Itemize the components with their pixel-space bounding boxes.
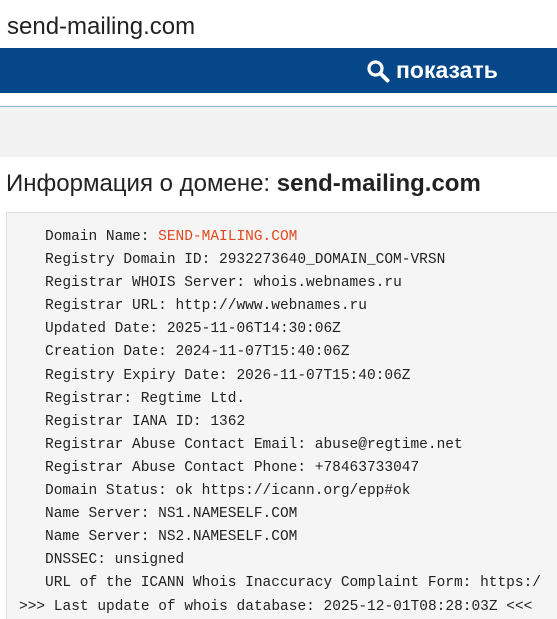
whois-key: Registrar Abuse Contact Phone: <box>45 459 307 476</box>
whois-domain-link[interactable]: SEND-MAILING.COM <box>158 229 297 245</box>
whois-record: Domain Name: SEND-MAILING.COM Registry Do… <box>6 212 557 619</box>
whois-line: Registry Expiry Date: 2026-11-07T15:40:0… <box>45 365 541 388</box>
whois-line: Registrar Abuse Contact Phone: +78463733… <box>45 457 541 480</box>
whois-value: abuse@regtime.net <box>314 436 463 453</box>
whois-value: whois.webnames.ru <box>253 275 402 292</box>
whois-line: Registrar: Regtime Ltd. <box>45 388 541 411</box>
whois-footer: >>> Last update of whois database: 2025-… <box>19 599 533 615</box>
whois-key: Name Server: <box>45 529 150 546</box>
whois-line: Registrar WHOIS Server: whois.webnames.r… <box>45 272 541 295</box>
whois-key: Domain Name: <box>45 229 150 245</box>
whois-lines: Domain Name: SEND-MAILING.COM Registry Do… <box>45 226 541 596</box>
whois-value: http://www.webnames.ru <box>175 298 367 315</box>
ad-band <box>0 107 557 157</box>
show-button-label: показать <box>396 57 498 83</box>
toolbar: показать <box>0 48 557 93</box>
whois-line: DNSSEC: unsigned <box>45 549 541 572</box>
whois-key: Registrar WHOIS Server: <box>45 275 246 292</box>
whois-line: Registrar IANA ID: 1362 <box>45 411 541 434</box>
whois-line: Domain Name: SEND-MAILING.COM <box>45 226 541 249</box>
whois-key: Domain Status: <box>45 483 167 500</box>
whois-value: 2025-11-06T14:30:06Z <box>166 321 341 338</box>
whois-line: Name Server: NS1.NAMESELF.COM <box>45 503 541 526</box>
whois-value: Regtime Ltd. <box>140 390 246 407</box>
whois-value: 2932273640_DOMAIN_COM-VRSN <box>219 252 446 269</box>
show-button[interactable]: показать <box>366 48 498 93</box>
whois-key: Creation Date: <box>45 344 167 361</box>
whois-key: Registrar Abuse Contact Email: <box>45 436 307 453</box>
whois-value: 2024-11-07T15:40:06Z <box>175 344 350 361</box>
whois-key: Updated Date: <box>45 321 159 338</box>
whois-value: NS2.NAMESELF.COM <box>158 529 298 546</box>
whois-value: +78463733047 <box>314 459 420 476</box>
page-title-prefix: Информация о домене: <box>6 170 271 197</box>
whois-line: Updated Date: 2025-11-06T14:30:06Z <box>45 318 541 341</box>
whois-line: Creation Date: 2024-11-07T15:40:06Z <box>45 341 541 364</box>
whois-line: Name Server: NS2.NAMESELF.COM <box>45 526 541 549</box>
whois-key: Registry Domain ID: <box>45 252 211 269</box>
whois-value: ok https://icann.org/epp#ok <box>175 483 411 500</box>
domain-search-input[interactable]: send-mailing.com <box>0 0 557 48</box>
whois-key: Registrar IANA ID: <box>45 413 202 430</box>
whois-line: URL of the ICANN Whois Inaccuracy Compla… <box>45 572 541 595</box>
whois-key: Registrar: <box>45 390 133 407</box>
whois-key: Name Server: <box>45 506 150 523</box>
whois-line: Registrar Abuse Contact Email: abuse@reg… <box>45 434 541 457</box>
whois-value: https:/ <box>480 575 541 592</box>
whois-value: 1362 <box>210 413 246 430</box>
whois-value: NS1.NAMESELF.COM <box>158 506 298 523</box>
whois-value: unsigned <box>114 552 185 569</box>
page-title-domain: send-mailing.com <box>276 170 481 197</box>
whois-line: Domain Status: ok https://icann.org/epp#… <box>45 480 541 503</box>
whois-value: 2026-11-07T15:40:06Z <box>236 367 411 384</box>
whois-key: DNSSEC: <box>45 552 106 569</box>
whois-key: Registrar URL: <box>45 298 167 315</box>
whois-key: URL of the ICANN Whois Inaccuracy Compla… <box>45 575 472 592</box>
whois-key: Registry Expiry Date: <box>45 367 228 384</box>
page-title: Информация о домене: send-mailing.com <box>6 170 557 198</box>
whois-line: Registrar URL: http://www.webnames.ru <box>45 295 541 318</box>
whois-line: Registry Domain ID: 2932273640_DOMAIN_CO… <box>45 249 541 272</box>
search-icon <box>366 59 390 83</box>
